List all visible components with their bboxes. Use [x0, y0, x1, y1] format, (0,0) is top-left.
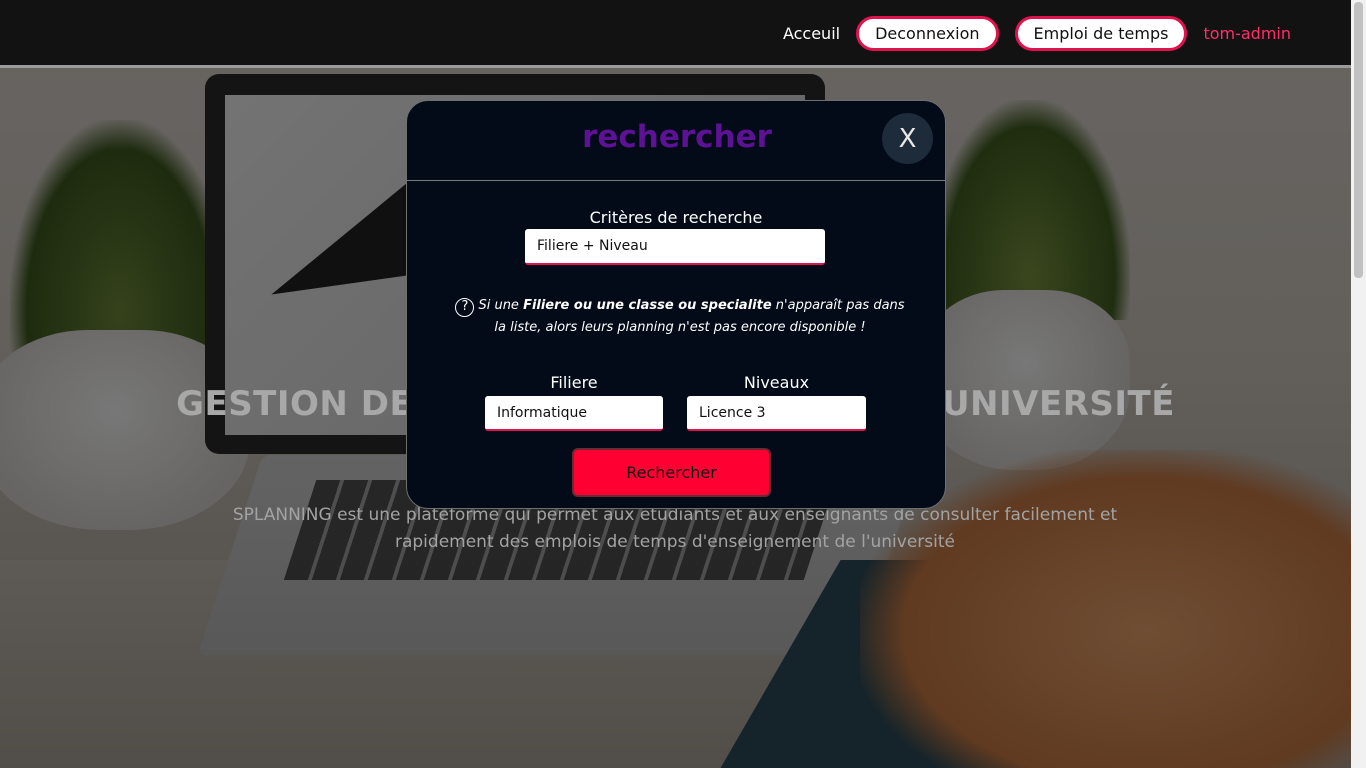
scrollbar-thumb[interactable] — [1354, 2, 1363, 278]
filiere-label: Filiere — [550, 373, 598, 392]
search-submit-button[interactable]: Rechercher — [572, 448, 771, 497]
nav-links: Acceuil Deconnexion Emploi de temps tom-… — [783, 16, 1291, 51]
nav-home-link[interactable]: Acceuil — [783, 24, 840, 43]
question-circle-icon: ? — [455, 297, 475, 317]
help-bold: Filiere ou une classe ou specialite — [523, 298, 772, 313]
close-icon: X — [898, 123, 917, 154]
modal-header: rechercher X — [407, 101, 945, 181]
niveaux-label: Niveaux — [743, 373, 810, 392]
close-button[interactable]: X — [882, 113, 933, 164]
user-link[interactable]: tom-admin — [1203, 24, 1291, 43]
timetable-button[interactable]: Emploi de temps — [1014, 16, 1188, 51]
navbar: Acceuil Deconnexion Emploi de temps tom-… — [0, 0, 1351, 68]
niveaux-select[interactable]: Licence 3 — [687, 396, 866, 431]
filiere-select[interactable]: Informatique — [485, 396, 663, 431]
logout-button[interactable]: Deconnexion — [856, 16, 999, 51]
page-scrollbar[interactable] — [1351, 0, 1366, 768]
criteria-label: Critères de recherche — [589, 208, 763, 227]
help-note: ? Si une Filiere ou une classe ou special… — [455, 295, 905, 339]
help-prefix: Si une — [478, 298, 524, 313]
hero-description: SPLANNING est une plateforme qui permet … — [232, 505, 1118, 552]
criteria-select[interactable]: Filiere + Niveau — [525, 229, 825, 265]
search-modal: rechercher X Critères de recherche Filie… — [406, 100, 946, 509]
modal-title: rechercher — [582, 119, 772, 155]
